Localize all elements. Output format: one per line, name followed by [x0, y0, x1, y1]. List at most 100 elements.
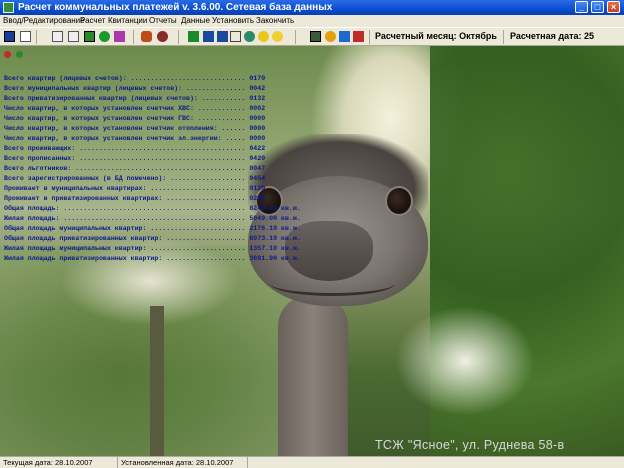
stat-label: Всего прописанных: — [4, 155, 76, 162]
stat-row: Общая площадь муниципальных квартир: ...… — [4, 225, 301, 232]
stat-value: 0454 — [249, 175, 266, 182]
stat-value: 0047 — [249, 165, 266, 172]
minimize-button[interactable]: _ — [575, 1, 588, 13]
stat-label: Общая площадь: — [4, 205, 60, 212]
up-arrow-icon[interactable] — [4, 51, 11, 58]
stat-label: Проживает в приватизированных квартирах: — [4, 195, 163, 202]
calc-month-label: Расчетный месяц: Октябрь — [375, 31, 497, 41]
stat-row: Проживает в приватизированных квартирах:… — [4, 195, 266, 202]
monitor-icon[interactable] — [310, 31, 321, 42]
stat-value: 5049.00 кв.м. — [249, 215, 301, 222]
stat-label: Жилая площадь муниципальных квартир: — [4, 245, 147, 252]
title-bar: Расчет коммунальных платежей v. 3.6.00. … — [0, 0, 624, 15]
window-title: Расчет коммунальных платежей v. 3.6.00. … — [18, 2, 333, 13]
menu-data[interactable]: Данные — [181, 15, 210, 27]
overlay-icons — [4, 50, 25, 61]
maximize-button[interactable]: □ — [591, 1, 604, 13]
stat-value: 0420 — [249, 155, 266, 162]
stat-row: Всего муниципальных квартир (лицевых сче… — [4, 85, 266, 92]
people-icon[interactable] — [157, 31, 168, 42]
stat-row: Число квартир, в которых установлен счет… — [4, 135, 266, 142]
menu-settings[interactable]: Установить — [212, 15, 254, 27]
stat-value: 0000 — [249, 135, 266, 142]
stat-value: 8249.20 кв.м. — [249, 205, 301, 212]
stat-row: Всего льготников: ......................… — [4, 165, 266, 172]
stat-row: Жилая площадь приватизированных квартир:… — [4, 255, 301, 262]
stat-value: 2176.10 кв.м. — [249, 225, 301, 232]
stat-label: Всего зарегистрированных (в БД помечено)… — [4, 175, 167, 182]
settings-icon[interactable] — [353, 31, 364, 42]
stat-value: 0002 — [249, 105, 266, 112]
stat-row: Всего прописанных: .....................… — [4, 155, 266, 162]
lightbulb-icon[interactable] — [258, 31, 269, 42]
number-one-icon[interactable] — [99, 31, 110, 42]
stat-label: Всего квартир (лицевых счетов): — [4, 75, 127, 82]
stat-value: 0289 — [249, 195, 266, 202]
organization-watermark: ТСЖ "Ясное", ул. Руднева 58-в — [375, 438, 565, 452]
app-icon — [3, 2, 14, 13]
stat-row: Общая площадь: .........................… — [4, 205, 301, 212]
stat-row: Всего квартир (лицевых счетов): ........… — [4, 75, 266, 82]
ostrich-eye-right — [385, 186, 413, 216]
stat-label: Всего муниципальных квартир (лицевых сче… — [4, 85, 183, 92]
stat-row: Число квартир, в которых установлен счет… — [4, 125, 266, 132]
arrow-icon[interactable] — [339, 31, 350, 42]
database-icon[interactable] — [4, 31, 15, 42]
calc-date-label: Расчетная дата: 25 — [510, 31, 595, 41]
stat-row: Жилая площадь муниципальных квартир: ...… — [4, 245, 301, 252]
set-date: Установленная дата: 28.10.2007 — [118, 457, 248, 468]
vehicle-icon[interactable] — [141, 31, 152, 42]
menu-input-edit[interactable]: Ввод/Редактирование — [3, 15, 85, 27]
status-dot-icon[interactable] — [15, 51, 23, 58]
sun-icon[interactable] — [272, 31, 283, 42]
t-icon[interactable] — [203, 31, 214, 42]
stat-value: 0000 — [249, 125, 266, 132]
stat-value: 0120 — [249, 185, 266, 192]
status-bar: Текущая дата: 28.10.2007 Установленная д… — [0, 456, 624, 468]
toolbar: Расчетный месяц: Октябрь Расчетная дата:… — [0, 27, 624, 46]
stat-row: Общая площадь приватизированных квартир:… — [4, 235, 301, 242]
stat-row: Всего проживающих: .....................… — [4, 145, 266, 152]
calc-icon[interactable] — [84, 31, 95, 42]
stat-value: 0132 — [249, 95, 266, 102]
stat-value: 0000 — [249, 115, 266, 122]
stat-label: Общая площадь приватизированных квартир: — [4, 235, 163, 242]
current-date: Текущая дата: 28.10.2007 — [0, 457, 118, 468]
stat-value: 0422 — [249, 145, 266, 152]
stat-value: 1357.10 кв.м. — [249, 245, 301, 252]
stat-label: Общая площадь муниципальных квартир: — [4, 225, 147, 232]
stat-row: Число квартир, в которых установлен счет… — [4, 115, 266, 122]
stat-row: Всего зарегистрированных (в БД помечено)… — [4, 175, 266, 182]
menu-reports[interactable]: Отчеты — [149, 15, 177, 27]
stat-row: Проживает в муниципальных квартирах: ...… — [4, 185, 266, 192]
globe-icon[interactable] — [244, 31, 255, 42]
close-button[interactable]: × — [607, 1, 620, 13]
menu-calculation[interactable]: Расчет — [80, 15, 105, 27]
stat-row: Жилая площадь: .........................… — [4, 215, 301, 222]
stat-label: Жилая площадь приватизированных квартир: — [4, 255, 163, 262]
menu-exit[interactable]: Закончить — [256, 15, 294, 27]
stat-label: Проживает в муниципальных квартирах: — [4, 185, 147, 192]
list-icon[interactable] — [20, 31, 31, 42]
stat-label: Число квартир, в которых установлен счет… — [4, 135, 222, 142]
stat-label: Число квартир, в которых установлен счет… — [4, 105, 194, 112]
sum-total-icon[interactable] — [68, 31, 79, 42]
stat-label: Всего проживающих: — [4, 145, 76, 152]
statistics-panel: Всего квартир (лицевых счетов): ........… — [4, 74, 301, 264]
menu-bar: Ввод/Редактирование Расчет Квитанции Отч… — [0, 15, 624, 27]
stat-value: 0042 — [249, 85, 266, 92]
e-icon[interactable] — [217, 31, 228, 42]
sum-icon[interactable] — [52, 31, 63, 42]
stat-label: Всего приватизированных квартир (лицевых… — [4, 95, 198, 102]
menu-receipts[interactable]: Квитанции — [108, 15, 147, 27]
stat-label: Жилая площадь: — [4, 215, 60, 222]
stat-value: 3691.90 кв.м. — [249, 255, 301, 262]
transfer-icon[interactable] — [114, 31, 125, 42]
a-icon[interactable] — [230, 31, 241, 42]
b-icon[interactable] — [188, 31, 199, 42]
stat-value: 6073.10 кв.м. — [249, 235, 301, 242]
help-icon[interactable] — [325, 31, 336, 42]
stat-row: Всего приватизированных квартир (лицевых… — [4, 95, 266, 102]
stat-row: Число квартир, в которых установлен счет… — [4, 105, 266, 112]
stat-value: 0170 — [249, 75, 266, 82]
